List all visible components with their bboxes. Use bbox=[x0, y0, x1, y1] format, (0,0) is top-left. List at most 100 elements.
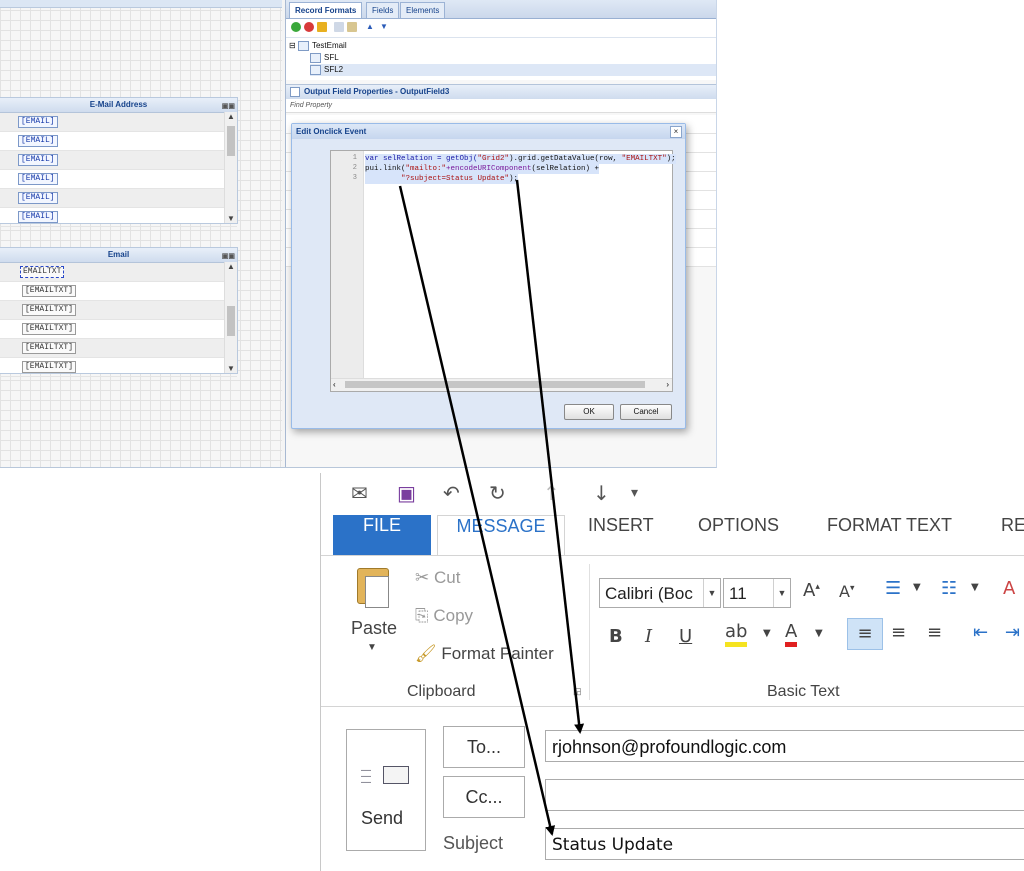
paste-button[interactable]: Paste ▼ bbox=[343, 562, 403, 658]
chevron-down-icon[interactable]: ▼ bbox=[913, 582, 921, 593]
email-cell[interactable]: [EMAIL] bbox=[18, 116, 58, 128]
undo-icon[interactable]: ↶ bbox=[443, 481, 460, 505]
decrease-indent-icon[interactable]: ⇤ bbox=[973, 622, 988, 643]
email-cell[interactable]: [EMAIL] bbox=[18, 135, 58, 147]
save-icon[interactable]: ▣ bbox=[397, 481, 416, 505]
chevron-down-icon[interactable]: ▼ bbox=[703, 579, 720, 607]
arrow-up-icon[interactable]: ↑ bbox=[543, 481, 560, 505]
emailtxt-cell-selected[interactable]: EMAILTXT bbox=[20, 266, 65, 278]
table-row[interactable]: [EMAIL] bbox=[0, 132, 237, 151]
tab-elements[interactable]: Elements bbox=[400, 2, 446, 18]
emailtxt-cell[interactable]: [EMAILTXT] bbox=[22, 342, 77, 354]
chevron-down-icon[interactable]: ▼ bbox=[971, 582, 979, 593]
align-right-icon[interactable]: ≡ bbox=[927, 622, 942, 643]
tab-format-text[interactable]: FORMAT TEXT bbox=[827, 515, 952, 555]
tab-review[interactable]: REV bbox=[1001, 515, 1024, 555]
redo-icon[interactable]: ↻ bbox=[489, 481, 506, 505]
close-icon[interactable]: × bbox=[670, 126, 682, 138]
subject-field[interactable]: Status Update bbox=[545, 828, 1024, 860]
design-canvas[interactable]: E-Mail Address ▣▣ [EMAIL] [EMAIL] [EMAIL… bbox=[0, 0, 282, 467]
cut-button[interactable]: ✂ Cut bbox=[415, 568, 460, 588]
table-row[interactable]: [EMAIL] bbox=[0, 189, 237, 208]
copy-button[interactable]: ⎘ Copy bbox=[415, 606, 473, 626]
email-cell[interactable]: [EMAIL] bbox=[18, 154, 58, 166]
editor-scroll-thumb[interactable] bbox=[345, 381, 645, 388]
code-line-2[interactable]: pui.link("mailto:"+encodeURIComponent(se… bbox=[365, 164, 600, 174]
email-cell[interactable]: [EMAIL] bbox=[18, 192, 58, 204]
table-row[interactable]: [EMAIL] bbox=[0, 208, 237, 227]
emailtxt-cell[interactable]: [EMAILTXT] bbox=[22, 361, 77, 373]
customize-icon[interactable]: ▾ bbox=[631, 485, 638, 501]
copy-icon[interactable] bbox=[334, 22, 344, 32]
bullets-icon[interactable]: ☰ bbox=[885, 578, 901, 599]
table-row[interactable]: [EMAILTXT] bbox=[0, 282, 237, 301]
table-row[interactable]: [EMAIL] bbox=[0, 151, 237, 170]
align-center-icon[interactable]: ≡ bbox=[891, 622, 906, 643]
table-row[interactable]: [EMAIL] bbox=[0, 170, 237, 189]
chevron-up-icon[interactable]: ▲ bbox=[225, 262, 237, 271]
to-button[interactable]: To... bbox=[443, 726, 525, 768]
tree-node-root[interactable]: ⊟ TestEmail bbox=[289, 40, 347, 52]
table-row[interactable]: [EMAILTXT] bbox=[0, 301, 237, 320]
grow-font-icon[interactable]: A▴ bbox=[803, 580, 820, 601]
table-row[interactable]: [EMAILTXT] bbox=[0, 320, 237, 339]
grid2-scroll-thumb[interactable] bbox=[227, 306, 235, 336]
bold-icon[interactable]: B bbox=[609, 626, 623, 647]
edit-icon[interactable] bbox=[317, 22, 327, 32]
to-field[interactable]: rjohnson@profoundlogic.com bbox=[545, 730, 1024, 762]
clear-format-icon[interactable]: A bbox=[1003, 578, 1015, 599]
table-row[interactable]: [EMAIL] bbox=[0, 113, 237, 132]
table-row[interactable]: EMAILTXT bbox=[0, 263, 237, 282]
emailtxt-cell[interactable]: [EMAILTXT] bbox=[22, 285, 77, 297]
shrink-font-icon[interactable]: A▾ bbox=[839, 582, 854, 601]
font-size-combo[interactable]: 11 ▼ bbox=[723, 578, 791, 608]
increase-indent-icon[interactable]: ⇥ bbox=[1005, 622, 1020, 643]
email-cell[interactable]: [EMAIL] bbox=[18, 173, 58, 185]
highlight-icon[interactable]: ab bbox=[725, 622, 748, 647]
ok-button[interactable]: OK bbox=[564, 404, 614, 420]
grid1-scroll-thumb[interactable] bbox=[227, 126, 235, 156]
font-color-icon[interactable]: A bbox=[785, 622, 798, 647]
underline-icon[interactable]: U bbox=[679, 626, 692, 647]
tree-node-sfl[interactable]: SFL bbox=[310, 52, 339, 64]
find-property-input[interactable]: Find Property bbox=[286, 99, 716, 113]
table-row[interactable]: [EMAILTXT] bbox=[0, 339, 237, 358]
table-row[interactable]: [EMAILTXT] bbox=[0, 358, 237, 377]
chevron-right-icon[interactable]: › bbox=[666, 380, 669, 389]
chevron-down-icon[interactable]: ▼ bbox=[815, 628, 823, 639]
tab-message[interactable]: MESSAGE bbox=[437, 515, 565, 556]
tab-options[interactable]: OPTIONS bbox=[698, 515, 779, 555]
chevron-down-icon[interactable]: ▼ bbox=[763, 628, 771, 639]
emailtxt-cell[interactable]: [EMAILTXT] bbox=[22, 323, 77, 335]
email-cell[interactable]: [EMAIL] bbox=[18, 211, 58, 223]
cc-field[interactable] bbox=[545, 779, 1024, 811]
grid-email-address[interactable]: E-Mail Address ▣▣ [EMAIL] [EMAIL] [EMAIL… bbox=[0, 97, 238, 227]
format-painter-button[interactable]: 🖌 Format Painter bbox=[415, 644, 554, 664]
grid2-scrollbar[interactable]: ▲ ▼ bbox=[224, 262, 237, 373]
font-name-combo[interactable]: Calibri (Boc ▼ bbox=[599, 578, 721, 608]
chevron-down-icon[interactable]: ▼ bbox=[773, 579, 790, 607]
grid-email[interactable]: Email ▣▣ EMAILTXT [EMAILTXT] [EMAILTXT] … bbox=[0, 247, 238, 377]
move-down-icon[interactable]: ▼ bbox=[380, 22, 388, 31]
align-left-icon[interactable]: ≡ bbox=[847, 618, 883, 650]
chevron-down-icon[interactable]: ▼ bbox=[225, 364, 237, 373]
tree-node-sfl2[interactable]: SFL2 bbox=[310, 64, 716, 76]
emailtxt-cell[interactable]: [EMAILTXT] bbox=[22, 304, 77, 316]
code-line-3[interactable]: "?subject=Status Update"); bbox=[365, 174, 519, 184]
delete-icon[interactable] bbox=[304, 22, 314, 32]
grid1-scrollbar[interactable]: ▲ ▼ bbox=[224, 112, 237, 223]
code-editor[interactable]: 1 2 3 var selRelation = getObj("Grid2").… bbox=[330, 150, 676, 392]
arrow-down-icon[interactable]: ↓ bbox=[593, 481, 610, 505]
chevron-up-icon[interactable]: ▲ bbox=[225, 112, 237, 121]
code-line-1[interactable]: var selRelation = getObj("Grid2").grid.g… bbox=[365, 154, 676, 164]
paste-icon[interactable] bbox=[347, 22, 357, 32]
add-icon[interactable] bbox=[291, 22, 301, 32]
tab-record-formats[interactable]: Record Formats bbox=[289, 2, 363, 18]
cc-button[interactable]: Cc... bbox=[443, 776, 525, 818]
numbering-icon[interactable]: ☷ bbox=[941, 578, 957, 599]
cancel-button[interactable]: Cancel bbox=[620, 404, 672, 420]
italic-icon[interactable]: I bbox=[645, 626, 652, 647]
tab-fields[interactable]: Fields bbox=[366, 2, 400, 18]
message-icon[interactable]: ✉ bbox=[351, 481, 368, 505]
dialog-launcher-icon[interactable]: ◲ bbox=[573, 686, 582, 697]
